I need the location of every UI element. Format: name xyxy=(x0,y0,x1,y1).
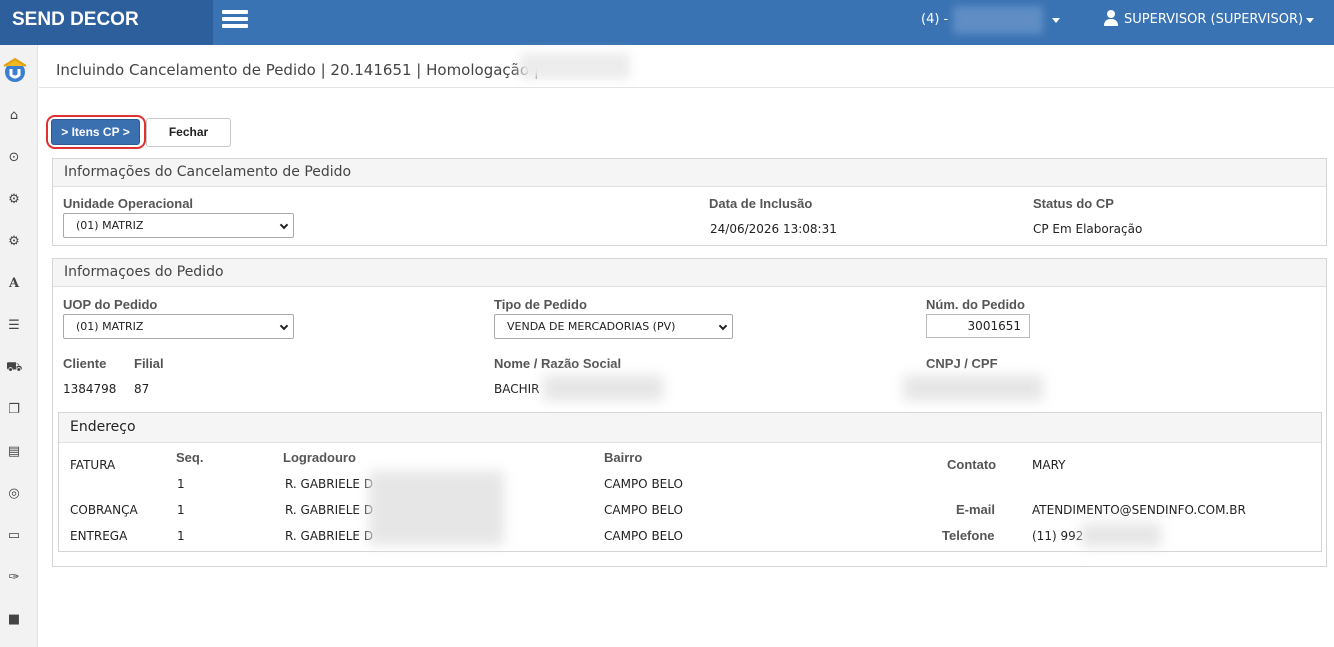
street-label: Logradouro xyxy=(283,450,356,465)
uop-select-value: (01) MATRIZ xyxy=(76,320,144,333)
address-panel: Endereço Seq. Logradouro Bairro FATURA 1… xyxy=(58,412,1322,552)
address-seq: 1 xyxy=(177,503,185,517)
email-label: E-mail xyxy=(956,502,996,517)
district-label: Bairro xyxy=(604,450,643,465)
name-label: Nome / Razão Social xyxy=(494,356,622,371)
branch-value: 87 xyxy=(134,382,150,396)
address-street: R. GABRIELE D xyxy=(285,503,374,517)
chevron-down-icon xyxy=(279,220,289,230)
address-type: ENTREGA xyxy=(70,529,128,543)
wrench-icon[interactable]: ✑ xyxy=(6,570,22,586)
cancel-info-panel: Informações do Cancelamento de Pedido Un… xyxy=(52,158,1327,246)
address-district: CAMPO BELO xyxy=(604,503,683,517)
cancel-info-heading: Informações do Cancelamento de Pedido xyxy=(53,159,1326,187)
page-header: Incluindo Cancelamento de Pedido | 20.14… xyxy=(39,45,1334,88)
spinner-icon[interactable]: ⊙ xyxy=(6,150,22,166)
order-number-label: Núm. do Pedido xyxy=(926,297,1025,312)
address-street: R. GABRIELE D xyxy=(285,529,374,543)
home-icon[interactable]: ⌂ xyxy=(6,108,22,124)
address-district: CAMPO BELO xyxy=(604,477,683,491)
car-icon[interactable]: ⛟ xyxy=(6,360,22,376)
unit-select-value: (01) MATRIZ xyxy=(76,219,144,232)
document-redacted xyxy=(903,375,1043,401)
name-redacted xyxy=(543,375,663,401)
unit-name-redacted xyxy=(953,6,1043,34)
user-dropdown-caret-icon[interactable] xyxy=(1306,18,1314,23)
contact-label: Contato xyxy=(947,457,997,472)
phone-redacted xyxy=(1081,523,1161,547)
seq-label: Seq. xyxy=(176,450,204,465)
laptop-icon[interactable]: ▭ xyxy=(6,528,22,544)
copy-icon[interactable]: ❐ xyxy=(6,402,22,418)
address-district: CAMPO BELO xyxy=(604,529,683,543)
gears-icon[interactable]: ⚙ xyxy=(6,192,22,208)
document-icon[interactable]: ▤ xyxy=(6,444,22,460)
title-redacted xyxy=(520,53,630,79)
lifebuoy-icon[interactable]: ◎ xyxy=(6,486,22,502)
user-name: SUPERVISOR (SUPERVISOR) xyxy=(1124,12,1304,27)
order-info-heading: Informaçoes do Pedido xyxy=(53,259,1326,287)
order-info-panel: Informaçoes do Pedido UOP do Pedido (01)… xyxy=(52,258,1327,567)
status-label: Status do CP xyxy=(1033,196,1114,211)
order-type-select-value: VENDA DE MERCADORIAS (PV) xyxy=(507,320,676,333)
client-label: Cliente xyxy=(63,356,107,371)
gear-icon[interactable]: ⚙ xyxy=(6,234,22,250)
phone-value: (11) 992 xyxy=(1032,529,1084,543)
unit-dropdown-caret-icon[interactable] xyxy=(1052,18,1060,23)
address-street: R. GABRIELE D xyxy=(285,477,374,491)
user-icon xyxy=(1104,10,1118,26)
close-button[interactable]: Fechar xyxy=(146,118,231,147)
branch-label: Filial xyxy=(134,356,164,371)
street-redacted xyxy=(369,471,504,545)
date-value: 24/06/2026 13:08:31 xyxy=(710,222,837,236)
chevron-down-icon xyxy=(279,321,289,331)
menu-toggle-icon[interactable] xyxy=(222,10,248,28)
contact-value: MARY xyxy=(1032,458,1066,472)
address-type: FATURA xyxy=(70,458,116,472)
top-navbar: SEND DECOR (4) - SUPERVISOR (SUPERVISOR) xyxy=(0,0,1334,45)
logo-icon[interactable] xyxy=(2,57,28,83)
client-value: 1384798 xyxy=(63,382,117,396)
name-value: BACHIR xyxy=(494,382,540,396)
uop-label: UOP do Pedido xyxy=(63,297,158,312)
order-number-field[interactable]: 3001651 xyxy=(926,314,1030,338)
unit-label: Unidade Operacional xyxy=(63,196,194,211)
order-type-select[interactable]: VENDA DE MERCADORIAS (PV) xyxy=(494,314,733,339)
address-seq: 1 xyxy=(177,477,185,491)
address-seq: 1 xyxy=(177,529,185,543)
date-label: Data de Inclusão xyxy=(709,196,813,211)
uop-select[interactable]: (01) MATRIZ xyxy=(63,314,294,339)
address-type: COBRANÇA xyxy=(70,503,138,517)
list-icon[interactable]: ☰ xyxy=(6,318,22,334)
chevron-down-icon xyxy=(718,321,728,331)
user-menu[interactable]: SUPERVISOR (SUPERVISOR) xyxy=(1104,10,1303,30)
items-cp-button[interactable]: > Itens CP > xyxy=(51,119,140,145)
address-heading: Endereço xyxy=(59,413,1321,443)
unit-select[interactable]: (01) MATRIZ xyxy=(63,213,294,238)
unit-selector[interactable]: (4) - xyxy=(921,10,948,30)
sidebar xyxy=(0,45,38,647)
document-label: CNPJ / CPF xyxy=(926,356,998,371)
order-type-label: Tipo de Pedido xyxy=(494,297,587,312)
status-value: CP Em Elaboração xyxy=(1033,222,1143,236)
email-value: ATENDIMENTO@SENDINFO.COM.BR xyxy=(1032,503,1246,517)
font-icon[interactable]: A xyxy=(6,276,22,292)
phone-label: Telefone xyxy=(942,528,995,543)
page-title: Incluindo Cancelamento de Pedido | 20.14… xyxy=(56,61,539,79)
file-icon[interactable]: ■ xyxy=(6,612,22,628)
brand-logo[interactable]: SEND DECOR xyxy=(0,0,213,45)
